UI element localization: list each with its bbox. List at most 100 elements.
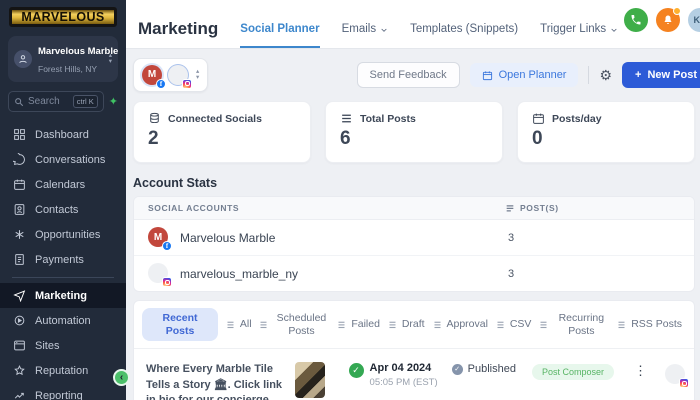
- search-box[interactable]: ctrl K: [8, 91, 104, 112]
- list-icon: [338, 321, 345, 329]
- stat-card-posts-per-day: Posts/day 0: [517, 101, 695, 163]
- sidebar-item-label: Payments: [35, 253, 84, 266]
- stat-card-total-posts: Total Posts 6: [325, 101, 503, 163]
- marketing-icon: [13, 290, 26, 302]
- sidebar-collapse-button[interactable]: ‹: [113, 369, 130, 386]
- sidebar-item-automation[interactable]: Automation: [0, 308, 126, 333]
- phone-button[interactable]: [624, 8, 648, 32]
- sidebar-divider: [12, 277, 114, 278]
- posts-tab-recurring-posts[interactable]: Recurring Posts: [539, 312, 609, 337]
- instagram-account-avatar: [168, 64, 192, 89]
- sidebar-item-reputation[interactable]: Reputation: [0, 358, 126, 383]
- posts-section: Recent Posts All Scheduled Posts Failed …: [133, 300, 695, 400]
- opportunities-icon: [15, 230, 24, 239]
- sidebar-item-label: Calendars: [35, 178, 86, 191]
- calendar-icon: [482, 70, 492, 80]
- posts-tab-rss-posts[interactable]: RSS Posts: [617, 318, 682, 331]
- instagram-icon: [162, 277, 172, 287]
- account-switcher[interactable]: Marvelous Marble Forest Hills, NY ▴ ▾: [8, 36, 118, 82]
- new-post-button[interactable]: + New Post: [622, 62, 700, 88]
- list-icon: [497, 321, 504, 329]
- post-date: Apr 04 2024: [369, 362, 432, 375]
- header-tabs: Social Planner Emails Templates (Snippet…: [240, 0, 618, 48]
- tab-templates-snippets[interactable]: Templates (Snippets): [410, 23, 518, 48]
- sidebar-item-marketing[interactable]: Marketing: [0, 283, 126, 308]
- search-shortcut-badge: ctrl K: [72, 95, 98, 108]
- account-location: Forest Hills, NY: [38, 64, 98, 74]
- sidebar-item-contacts[interactable]: Contacts: [0, 197, 126, 222]
- social-accounts-selector[interactable]: M f ▴ ▾: [133, 58, 209, 92]
- notifications-button[interactable]: [656, 7, 681, 32]
- stat-label: Posts/day: [552, 112, 602, 125]
- posts-tab-draft[interactable]: Draft: [388, 318, 425, 331]
- column-header-posts: POST(S): [505, 203, 680, 213]
- account-row-posts: 3: [508, 231, 515, 244]
- sidebar-item-label: Opportunities: [35, 228, 101, 241]
- list-icon: [227, 321, 234, 329]
- brand-logo[interactable]: MARVELOUS: [9, 7, 117, 27]
- bell-icon: [664, 15, 672, 24]
- instagram-icon: [679, 378, 689, 389]
- search-input[interactable]: [28, 96, 69, 107]
- posts-tab-scheduled-posts[interactable]: Scheduled Posts: [259, 312, 329, 337]
- table-row[interactable]: marvelous_marble_ny 3: [134, 256, 694, 291]
- table-row[interactable]: M f Marvelous Marble 3: [134, 220, 694, 256]
- account-stats-table: SOCIAL ACCOUNTS POST(S) M f Marvelous Ma…: [133, 196, 695, 292]
- sidebar-item-dashboard[interactable]: Dashboard: [0, 122, 126, 147]
- sidebar-item-sites[interactable]: Sites: [0, 333, 126, 358]
- posts-tab-csv[interactable]: CSV: [496, 318, 531, 331]
- sidebar-item-reporting[interactable]: Reporting: [0, 383, 126, 400]
- post-status: ✓ Published: [451, 363, 516, 375]
- sites-icon: [14, 340, 25, 351]
- post-text: Where Every Marble Tile Tells a Story 🏛.…: [146, 363, 283, 400]
- page-title: Marketing: [138, 19, 219, 38]
- account-row-name: marvelous_marble_ny: [180, 266, 299, 281]
- posts-tab-approval[interactable]: Approval: [433, 318, 488, 331]
- content-area: M f ▴ ▾ Send Feedback Open Planner ⚙ + N…: [126, 49, 700, 400]
- sidebar-item-label: Dashboard: [35, 128, 89, 141]
- post-time: 05:05 PM (EST): [369, 377, 438, 389]
- stack-icon: [342, 114, 351, 123]
- chevron-updown-icon: ▴ ▾: [196, 68, 200, 81]
- list-icon: [260, 321, 267, 329]
- brand-logo-text: MARVELOUS: [21, 10, 105, 24]
- sidebar-item-conversations[interactable]: Conversations: [0, 147, 126, 172]
- account-stats-heading: Account Stats: [133, 176, 218, 190]
- posts-tab-failed[interactable]: Failed: [337, 318, 380, 331]
- user-avatar[interactable]: KD: [688, 8, 700, 32]
- reputation-icon: [14, 365, 25, 376]
- chevron-updown-icon: ▴ ▾: [108, 52, 112, 65]
- stat-label: Connected Socials: [168, 112, 262, 125]
- sidebar-item-label: Marketing: [35, 289, 87, 302]
- conversations-icon: [13, 153, 25, 165]
- sidebar-nav: Dashboard Conversations Calendars Contac…: [0, 122, 126, 400]
- list-icon: [434, 321, 440, 329]
- instagram-icon: [182, 78, 192, 89]
- planner-settings-gear-icon[interactable]: ⚙: [599, 67, 612, 84]
- calendar-icon: [533, 113, 544, 124]
- success-check-icon: ✓: [348, 363, 364, 379]
- posts-tab-all[interactable]: All: [226, 318, 252, 331]
- sidebar-item-payments[interactable]: Payments: [0, 247, 126, 272]
- tab-emails[interactable]: Emails: [342, 23, 389, 48]
- divider: [588, 66, 590, 84]
- open-planner-button[interactable]: Open Planner: [469, 63, 579, 87]
- send-feedback-button[interactable]: Send Feedback: [356, 62, 460, 88]
- kebab-menu-icon[interactable]: ⋮: [634, 363, 647, 379]
- tab-social-planner[interactable]: Social Planner: [240, 23, 320, 48]
- sidebar-item-calendars[interactable]: Calendars: [0, 172, 126, 197]
- posts-tab-recent-posts[interactable]: Recent Posts: [142, 308, 218, 342]
- sidebar-item-label: Sites: [35, 339, 60, 352]
- published-status-icon: ✓: [451, 363, 463, 375]
- calendar-icon: [14, 179, 25, 190]
- sidebar-item-opportunities[interactable]: Opportunities: [0, 222, 126, 247]
- stat-value: 2: [148, 128, 159, 149]
- dashboard-icon: [14, 129, 25, 140]
- sidebar-item-label: Reputation: [35, 364, 89, 377]
- chevron-left-icon: ‹: [119, 371, 124, 383]
- ai-sparkle-icon[interactable]: ✦: [109, 95, 118, 108]
- sidebar-item-label: Conversations: [35, 153, 106, 166]
- sidebar-item-label: Contacts: [35, 203, 79, 216]
- post-row[interactable]: Where Every Marble Tile Tells a Story 🏛.…: [134, 349, 694, 400]
- tab-trigger-links[interactable]: Trigger Links: [540, 23, 618, 48]
